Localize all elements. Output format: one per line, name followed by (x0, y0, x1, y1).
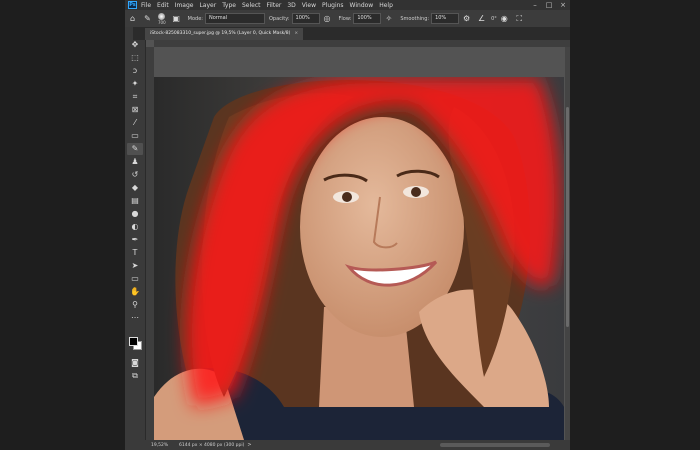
type-tool-icon[interactable]: T (127, 247, 143, 259)
close-window-icon[interactable]: × (556, 1, 570, 9)
smoothing-options-gear-icon[interactable]: ⚙ (461, 13, 472, 24)
flow-label: Flow: (338, 15, 352, 22)
menu-file[interactable]: File (141, 2, 151, 9)
symmetry-icon[interactable]: ⛶ (514, 13, 525, 24)
photoshop-window: Ps File Edit Image Layer Type Select Fil… (125, 0, 570, 450)
brush-angle-value[interactable]: 0° (491, 16, 497, 22)
left-background (0, 0, 125, 450)
document-canvas[interactable] (154, 77, 564, 440)
menu-edit[interactable]: Edit (157, 2, 169, 9)
foreground-color-swatch[interactable] (129, 337, 138, 346)
vertical-scroll-thumb[interactable] (566, 107, 569, 327)
document-tab[interactable]: iStock-825083310_super.jpg @ 19,5% (Laye… (145, 28, 304, 40)
marquee-tool-icon[interactable]: ⬚ (127, 52, 143, 64)
brush-tool-preset-icon[interactable]: ✎ (142, 13, 153, 24)
vertical-scrollbar[interactable] (565, 47, 570, 440)
brush-settings-icon[interactable]: ▣ (171, 13, 182, 24)
tools-panel: ✥ ⬚ ↄ ✦ ⌗ ⊠ ⁄ ▭ ✎ ♟ ↺ ◆ ▤ ● ◐ ✒ T ➤ ▭ ✋ … (125, 27, 146, 440)
canvas-area[interactable] (146, 40, 570, 440)
menu-image[interactable]: Image (175, 2, 194, 9)
zoom-level[interactable]: 19,52% (151, 443, 175, 448)
more-tools-icon[interactable]: ⋯ (127, 312, 143, 324)
mode-label: Mode: (187, 15, 203, 22)
rectangle-tool-icon[interactable]: ▭ (127, 273, 143, 285)
status-menu-arrow-icon[interactable]: > (247, 442, 251, 448)
blur-tool-icon[interactable]: ● (127, 208, 143, 220)
opacity-label: Opacity: (268, 15, 290, 22)
right-background (570, 0, 700, 450)
magic-wand-tool-icon[interactable]: ✦ (127, 78, 143, 90)
brush-angle-icon[interactable]: ∠ (476, 13, 487, 24)
minimize-icon[interactable]: – (528, 1, 542, 9)
brush-size-value: 700 (158, 19, 166, 25)
menu-help[interactable]: Help (379, 2, 393, 9)
history-brush-tool-icon[interactable]: ↺ (127, 169, 143, 181)
healing-brush-tool-icon[interactable]: ▭ (127, 130, 143, 142)
photoshop-logo-icon: Ps (128, 1, 137, 9)
maximize-icon[interactable]: □ (542, 1, 556, 9)
hand-tool-icon[interactable]: ✋ (127, 286, 143, 298)
screen-mode-icon[interactable]: ⧉ (127, 370, 143, 382)
airbrush-icon[interactable]: ✧ (383, 13, 394, 24)
gradient-tool-icon[interactable]: ▤ (127, 195, 143, 207)
menu-view[interactable]: View (302, 2, 316, 9)
zoom-tool-icon[interactable]: ⚲ (127, 299, 143, 311)
portrait-image (154, 77, 564, 440)
eraser-tool-icon[interactable]: ◆ (127, 182, 143, 194)
clone-stamp-tool-icon[interactable]: ♟ (127, 156, 143, 168)
flow-field[interactable]: 100% (353, 13, 382, 24)
brush-tip-icon (158, 12, 166, 20)
menu-select[interactable]: Select (242, 2, 261, 9)
move-tool-icon[interactable]: ✥ (127, 39, 143, 51)
brush-size-picker[interactable]: 700 (158, 12, 166, 25)
opacity-field[interactable]: 100% (291, 13, 320, 24)
menu-filter[interactable]: Filter (267, 2, 282, 9)
document-dimensions: 6144 px × 4080 px (300 ppi) (179, 442, 245, 448)
pressure-size-icon[interactable]: ◉ (499, 13, 510, 24)
horizontal-ruler (154, 40, 570, 47)
pen-tool-icon[interactable]: ✒ (127, 234, 143, 246)
mode-select[interactable]: Normal (204, 13, 265, 24)
menu-plugins[interactable]: Plugins (322, 2, 344, 9)
menu-layer[interactable]: Layer (199, 2, 216, 9)
pressure-opacity-icon[interactable]: ◎ (322, 13, 333, 24)
quick-mask-mode-icon[interactable]: ◙ (127, 357, 143, 369)
status-bar: 19,52% 6144 px × 4080 px (300 ppi) > (125, 440, 570, 450)
document-tab-bar: iStock-825083310_super.jpg @ 19,5% (Laye… (133, 27, 570, 40)
options-bar: ⌂ ✎ 700 ▣ Mode: Normal Opacity: 100% ◎ F… (125, 10, 570, 28)
home-icon[interactable]: ⌂ (127, 13, 138, 24)
brush-tool-icon[interactable]: ✎ (127, 143, 143, 155)
menu-window[interactable]: Window (350, 2, 374, 9)
path-selection-tool-icon[interactable]: ➤ (127, 260, 143, 272)
crop-tool-icon[interactable]: ⌗ (127, 91, 143, 103)
smoothing-field[interactable]: 10% (431, 13, 460, 24)
vertical-ruler (146, 47, 154, 440)
menu-type[interactable]: Type (222, 2, 236, 9)
document-tab-title: iStock-825083310_super.jpg @ 19,5% (Laye… (150, 31, 291, 36)
smoothing-label: Smoothing: (400, 15, 430, 22)
lasso-tool-icon[interactable]: ↄ (127, 65, 143, 77)
dodge-tool-icon[interactable]: ◐ (127, 221, 143, 233)
tab-close-icon[interactable]: × (294, 31, 298, 36)
menu-3d[interactable]: 3D (287, 2, 295, 9)
horizontal-scrollbar[interactable] (440, 443, 550, 447)
window-controls: – □ × (528, 1, 570, 9)
frame-tool-icon[interactable]: ⊠ (127, 104, 143, 116)
eyedropper-tool-icon[interactable]: ⁄ (127, 117, 143, 129)
menu-bar: Ps File Edit Image Layer Type Select Fil… (125, 0, 570, 10)
